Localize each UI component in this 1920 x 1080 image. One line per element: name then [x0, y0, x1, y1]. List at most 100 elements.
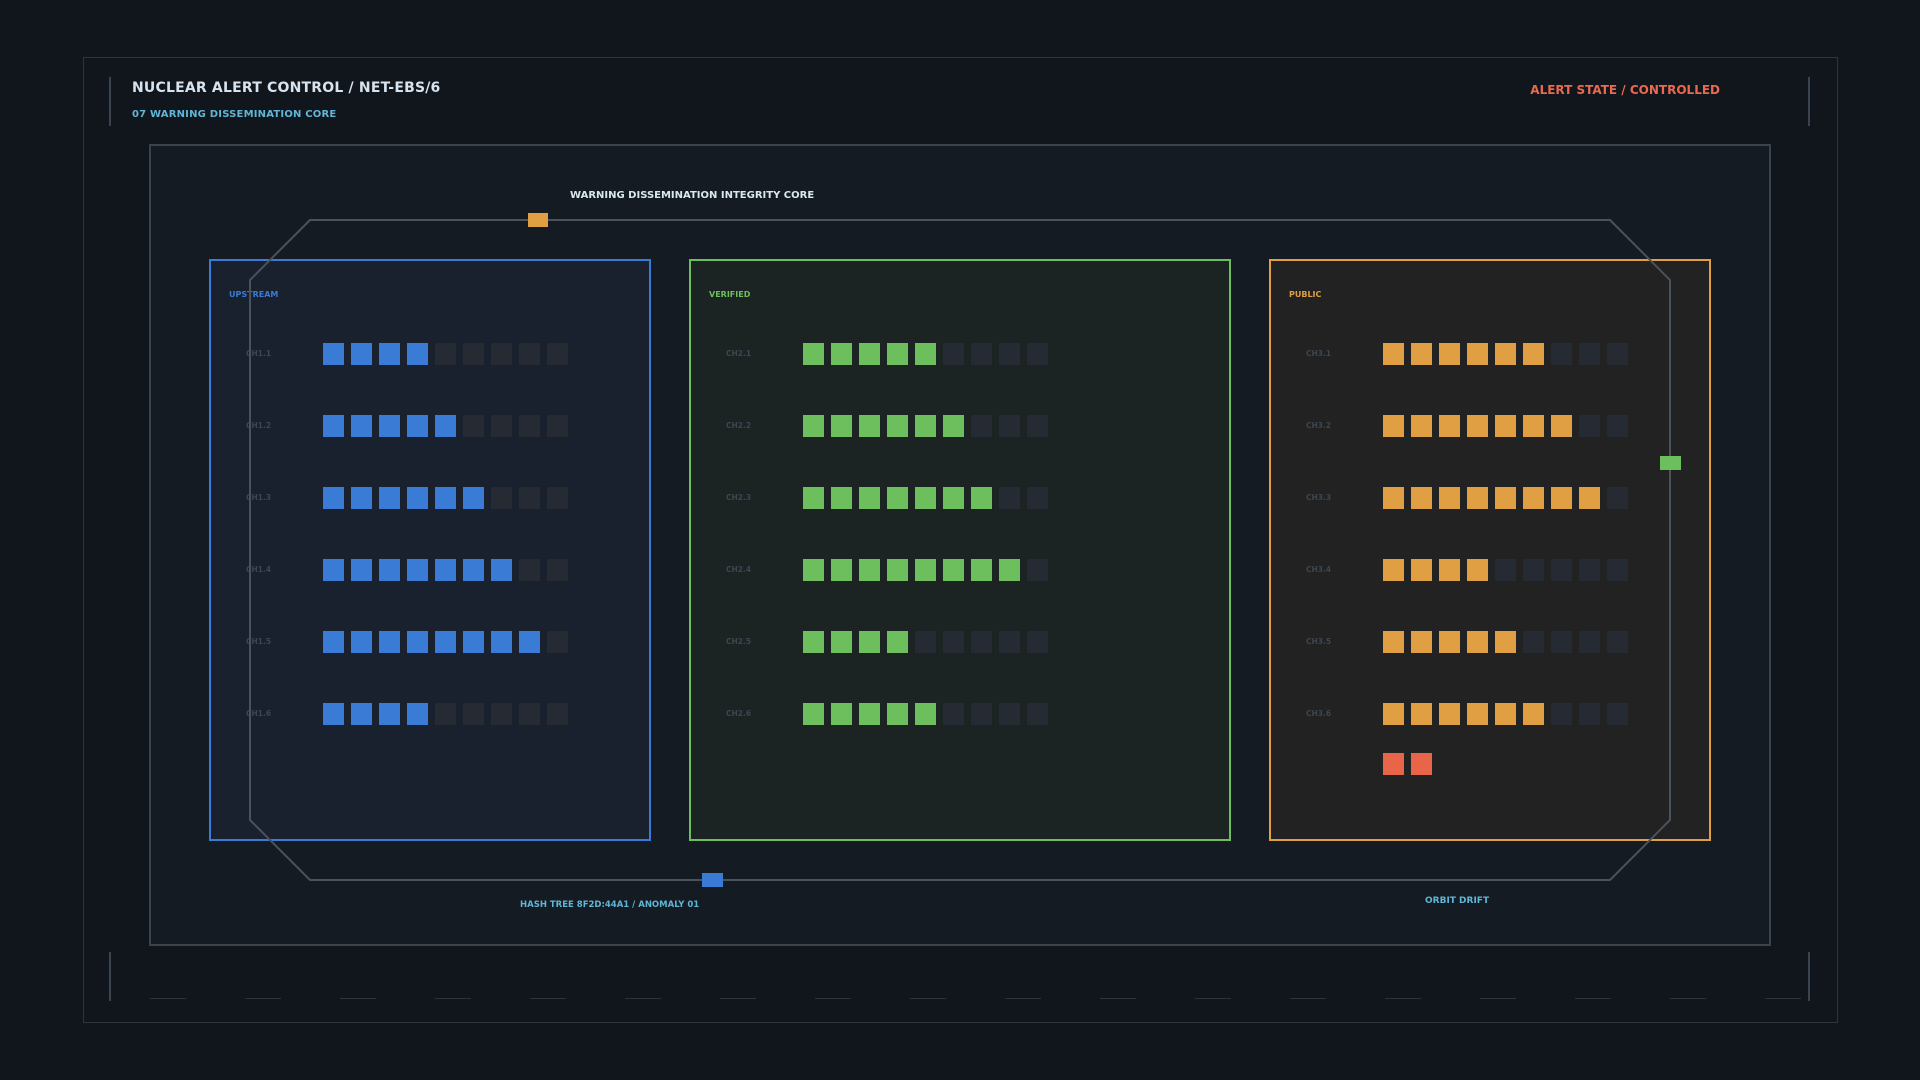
channel-cell-empty [547, 415, 568, 437]
channel-cell-filled [971, 487, 992, 509]
channel-cell-empty [491, 703, 512, 725]
channel-cell-filled [463, 559, 484, 581]
stage-panel-verified: VERIFIED CH2.1 CH2.2 CH2.3 CH2.4 CH2.5 CH2.6 [689, 259, 1231, 841]
channel-cell-empty [491, 343, 512, 365]
channel-cell-filled [803, 343, 824, 365]
channel-cell-empty [435, 343, 456, 365]
channel-label: CH2.3 [726, 493, 752, 502]
channel-cell-filled [323, 559, 344, 581]
frame-tick [1808, 952, 1810, 1001]
channel-cell-filled [999, 559, 1020, 581]
channel-cell-empty [519, 415, 540, 437]
channel-cell-filled [943, 559, 964, 581]
channel-cell-filled [803, 703, 824, 725]
stage-label: VERIFIED [709, 290, 751, 299]
channel-cell-filled [323, 415, 344, 437]
frame-tick [109, 952, 111, 1001]
channel-cell-filled [1411, 631, 1432, 653]
channel-cell-filled [379, 415, 400, 437]
channel-label: CH1.3 [246, 493, 272, 502]
channel-cell-empty [971, 415, 992, 437]
channel-cell-filled [915, 559, 936, 581]
channel-cell-empty [547, 343, 568, 365]
scale-dash [435, 998, 471, 999]
channel-cell-empty [1607, 631, 1628, 653]
channel-cell-empty [1027, 487, 1048, 509]
channel-cell-filled [1579, 487, 1600, 509]
channel-cell-filled [1383, 631, 1404, 653]
frame-tick [1808, 77, 1810, 126]
channel-cell-empty [915, 631, 936, 653]
channel-cell-empty [1607, 343, 1628, 365]
scale-dash [1005, 998, 1041, 999]
channel-cell-filled [859, 487, 880, 509]
channel-cell-filled [323, 487, 344, 509]
scale-dash [1100, 998, 1136, 999]
channel-cell-filled [1523, 487, 1544, 509]
channel-cell-filled [1439, 343, 1460, 365]
channel-label: CH3.4 [1306, 565, 1332, 574]
channel-cell-filled [1439, 703, 1460, 725]
channel-cell-filled [1439, 487, 1460, 509]
scale-dash [1765, 998, 1801, 999]
channel-cell-filled [887, 559, 908, 581]
channel-cell-filled [1495, 703, 1516, 725]
channel-cell-filled [915, 703, 936, 725]
stage-label: UPSTREAM [229, 290, 279, 299]
channel-cell-empty [1027, 559, 1048, 581]
channel-cell-empty [547, 703, 568, 725]
channel-cell-empty [971, 703, 992, 725]
channel-cell-filled [351, 559, 372, 581]
channel-cell-empty [1551, 559, 1572, 581]
channel-cell-filled [435, 415, 456, 437]
channel-cell-filled [803, 559, 824, 581]
channel-cell-filled [1523, 703, 1544, 725]
channel-cell-filled [1383, 487, 1404, 509]
channel-cell-empty [547, 559, 568, 581]
channel-cell-filled [915, 415, 936, 437]
channel-cell-filled [323, 703, 344, 725]
channel-cell-filled [1383, 559, 1404, 581]
channel-cell-filled [435, 631, 456, 653]
channel-label: CH2.4 [726, 565, 752, 574]
channel-cell-filled [463, 631, 484, 653]
scale-dash [530, 998, 566, 999]
channel-label: CH3.6 [1306, 709, 1332, 718]
channel-label: CH3.1 [1306, 349, 1332, 358]
anomaly-cell [1411, 753, 1432, 775]
scale-dash [1480, 998, 1516, 999]
channel-cell-filled [519, 631, 540, 653]
channel-cell-filled [859, 631, 880, 653]
integrity-core-label: WARNING DISSEMINATION INTEGRITY CORE [570, 190, 815, 201]
channel-cell-filled [831, 343, 852, 365]
channel-cell-empty [1027, 631, 1048, 653]
channel-cell-filled [971, 559, 992, 581]
scale-dash [1575, 998, 1611, 999]
channel-cell-filled [1411, 487, 1432, 509]
channel-cell-empty [1551, 343, 1572, 365]
channel-label: CH1.5 [246, 637, 272, 646]
channel-cell-empty [435, 703, 456, 725]
channel-cell-filled [1495, 487, 1516, 509]
channel-cell-filled [407, 631, 428, 653]
channel-cell-filled [407, 487, 428, 509]
channel-cell-filled [1523, 343, 1544, 365]
channel-cell-filled [323, 343, 344, 365]
channel-cell-filled [379, 487, 400, 509]
channel-cell-filled [463, 487, 484, 509]
dashboard: NUCLEAR ALERT CONTROL / NET-EBS/6 07 WAR… [0, 0, 1920, 1080]
channel-cell-filled [887, 343, 908, 365]
channel-cell-empty [519, 487, 540, 509]
channel-cell-filled [803, 415, 824, 437]
scale-dash [1195, 998, 1231, 999]
channel-cell-empty [999, 487, 1020, 509]
channel-cell-filled [1383, 343, 1404, 365]
channel-cell-empty [1551, 703, 1572, 725]
channel-cell-filled [407, 703, 428, 725]
channel-cell-filled [1467, 415, 1488, 437]
scale-dash [1385, 998, 1421, 999]
channel-label: CH1.1 [246, 349, 272, 358]
channel-cell-filled [1411, 703, 1432, 725]
channel-cell-filled [915, 487, 936, 509]
channel-cell-filled [407, 343, 428, 365]
